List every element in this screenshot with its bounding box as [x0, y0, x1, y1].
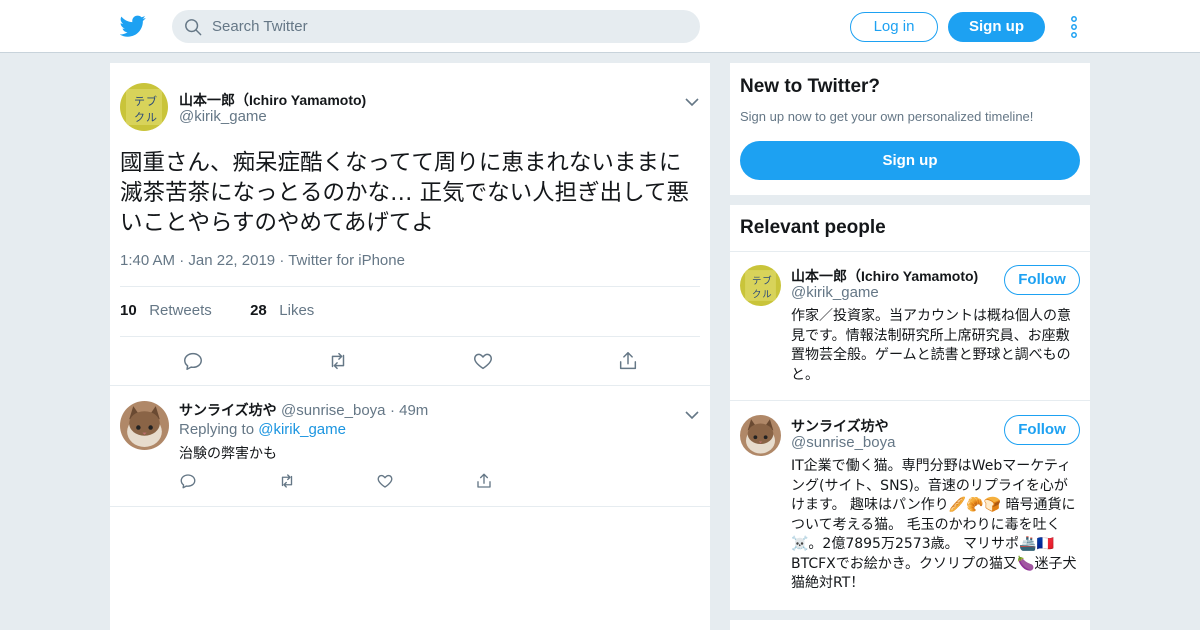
svg-text:ブ: ブ	[146, 94, 157, 108]
retweets-stat[interactable]: 10 Retweets	[120, 302, 212, 319]
like-icon[interactable]	[472, 350, 494, 372]
person-bio: 作家／投資家。当アカウントは概ね個人の意見です。情報法制研究所上席研究員、お座敷…	[791, 308, 1071, 383]
relevant-people-panel: Relevant people テ ブ ク ル 山本一郎（Ichiro Yama…	[730, 205, 1090, 610]
replying-to-link[interactable]: @kirik_game	[258, 421, 346, 438]
tweet-author-name[interactable]: 山本一郎（Ichiro Yamamoto)	[179, 90, 366, 110]
tweet-time[interactable]: 1:40 AM	[120, 252, 175, 269]
tweet-column: テ ブ ク ル 山本一郎（Ichiro Yamamoto) @kirik_gam…	[110, 63, 710, 630]
signup-button[interactable]: Sign up	[948, 12, 1045, 42]
replying-prefix: Replying to	[179, 421, 255, 438]
chevron-down-icon[interactable]	[685, 405, 699, 420]
svg-text:ル: ル	[146, 111, 157, 124]
svg-text:ク: ク	[134, 111, 145, 124]
login-button[interactable]: Log in	[850, 12, 938, 42]
avatar[interactable]: テ ブ ク ル	[120, 83, 168, 131]
tweet-author-handle[interactable]: @kirik_game	[179, 108, 267, 125]
reply-icon[interactable]	[179, 472, 197, 490]
avatar[interactable]	[120, 401, 169, 450]
divider	[110, 385, 710, 386]
replying-to: Replying to @kirik_game	[179, 421, 346, 438]
signup-panel-button[interactable]: Sign up	[740, 141, 1080, 180]
follow-button[interactable]: Follow	[1004, 265, 1080, 295]
svg-text:テ: テ	[752, 276, 761, 287]
likes-stat[interactable]: 28 Likes	[250, 302, 314, 319]
meta-separator: ·	[389, 402, 400, 419]
retweets-count: 10	[120, 302, 137, 319]
reply-author-handle[interactable]: @sunrise_boya	[281, 402, 385, 419]
search-icon	[184, 18, 202, 36]
signup-panel: New to Twitter? Sign up now to get your …	[730, 63, 1090, 195]
retweet-icon[interactable]	[327, 350, 349, 372]
person-bio: IT企業で働く猫。専門分野はWebマーケティング(サイト、SNS)。音速のリプラ…	[791, 458, 1077, 591]
person-name[interactable]: サンライズ坊や	[791, 416, 889, 436]
divider	[120, 286, 700, 287]
tweet-stats: 10 Retweets 28 Likes	[120, 302, 314, 319]
retweets-label: Retweets	[149, 302, 212, 319]
tweet-meta: 1:40 AM · Jan 22, 2019 · Twitter for iPh…	[120, 252, 405, 269]
search-box[interactable]	[172, 10, 700, 43]
svg-text:ク: ク	[752, 289, 761, 300]
avatar[interactable]: テ ブ ク ル	[740, 265, 781, 306]
relevant-people-title: Relevant people	[740, 217, 886, 238]
share-icon[interactable]	[475, 472, 493, 490]
divider	[110, 506, 710, 507]
tweet-text: 國重さん、痴呆症酷くなってて周りに恵まれないままに滅茶苦茶になっとるのかな… 正…	[120, 150, 689, 236]
kebab-menu-icon[interactable]	[1066, 14, 1082, 40]
reply-age[interactable]: 49m	[399, 402, 428, 419]
reply-icon[interactable]	[182, 350, 204, 372]
next-panel	[730, 620, 1090, 630]
reply-header: サンライズ坊や @sunrise_boya · 49m	[179, 400, 428, 420]
signup-panel-subtitle: Sign up now to get your own personalized…	[740, 109, 1034, 124]
likes-count: 28	[250, 302, 267, 319]
signup-panel-title: New to Twitter?	[740, 76, 881, 97]
avatar[interactable]	[740, 415, 781, 456]
search-input[interactable]	[212, 10, 682, 43]
svg-text:ブ: ブ	[762, 275, 772, 287]
tweet-source: Twitter for iPhone	[288, 252, 405, 269]
chevron-down-icon[interactable]	[685, 92, 699, 107]
retweet-icon[interactable]	[278, 472, 296, 490]
divider	[120, 336, 700, 337]
tweet-date[interactable]: Jan 22, 2019	[188, 252, 275, 269]
follow-button[interactable]: Follow	[1004, 415, 1080, 445]
person-handle[interactable]: @sunrise_boya	[791, 434, 895, 451]
person-handle[interactable]: @kirik_game	[791, 284, 879, 301]
divider	[730, 400, 1090, 401]
meta-separator: ·	[279, 252, 289, 269]
person-name[interactable]: 山本一郎（Ichiro Yamamoto)	[791, 266, 978, 286]
divider	[730, 251, 1090, 252]
likes-label: Likes	[279, 302, 315, 319]
like-icon[interactable]	[376, 472, 394, 490]
reply-author-name[interactable]: サンライズ坊や	[179, 402, 277, 418]
meta-separator: ·	[179, 252, 189, 269]
svg-text:テ: テ	[134, 95, 145, 108]
top-nav-bar: Log in Sign up	[0, 0, 1200, 53]
svg-text:ル: ル	[762, 289, 771, 300]
twitter-bird-icon[interactable]	[119, 13, 146, 39]
reply-text: 治験の弊害かも	[179, 446, 277, 462]
share-icon[interactable]	[617, 350, 639, 372]
